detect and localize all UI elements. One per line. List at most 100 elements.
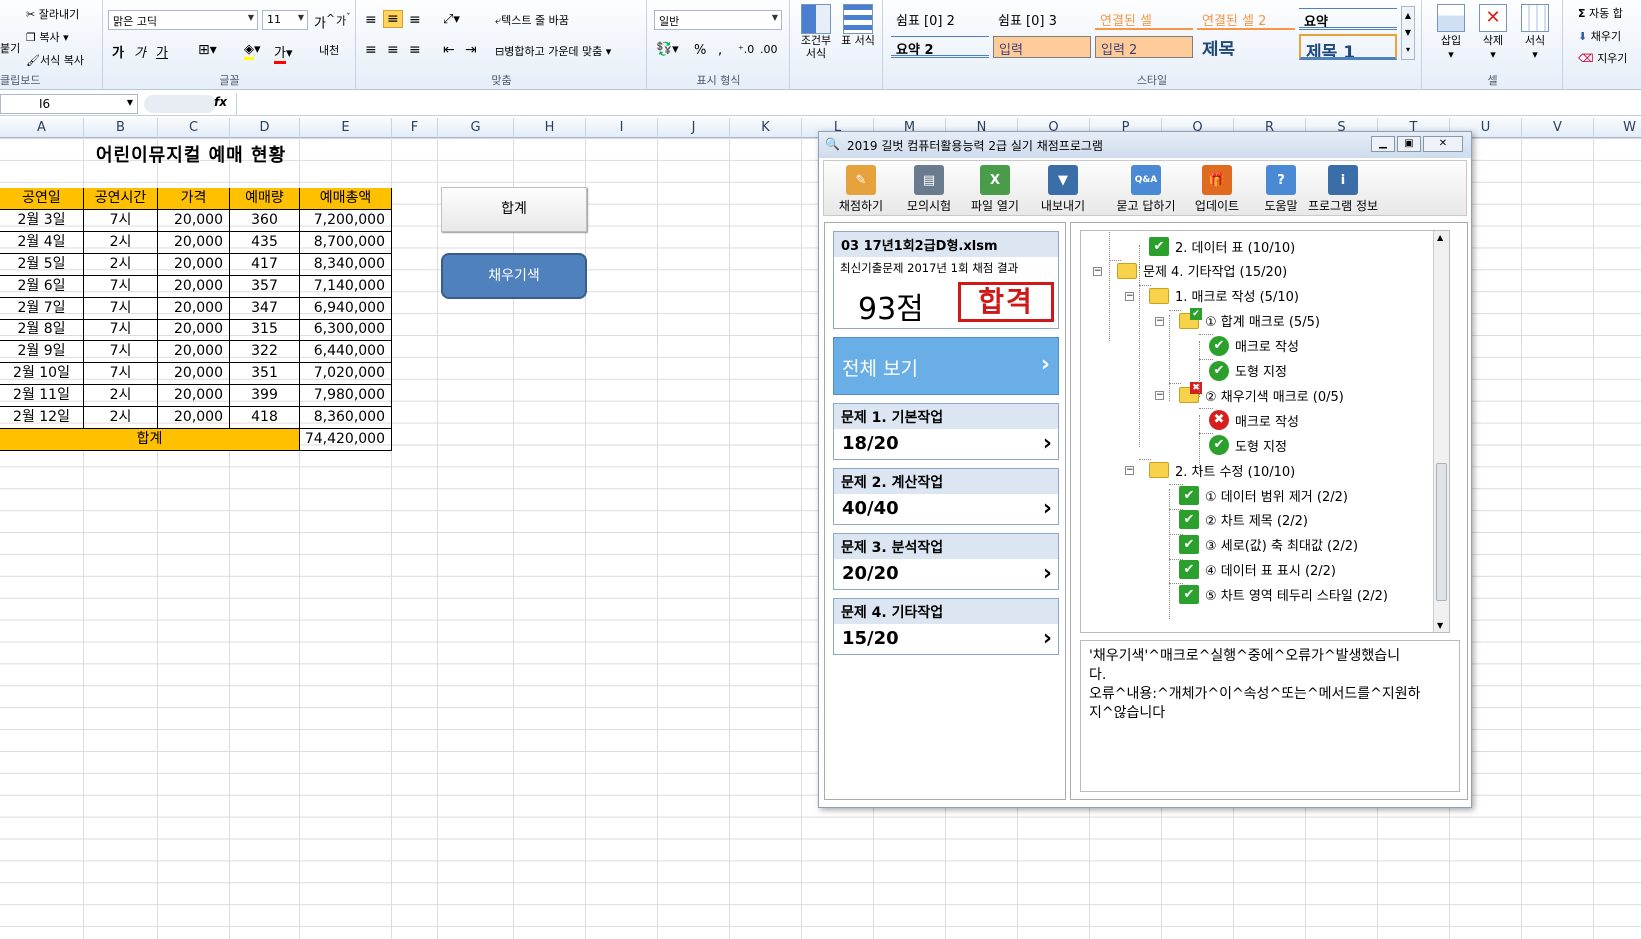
grading-tree[interactable]: ✔ 2. 데이터 표 (10/10) 문제 4. 기타작업 (15/20) −1. 매… <box>1080 230 1450 633</box>
conditional-format-button[interactable]: 조건부 서식 <box>799 4 833 60</box>
align-top-button[interactable]: ≡ <box>365 12 377 28</box>
delete-cells-button[interactable]: ✕ 삭제 ▾ <box>1475 4 1511 61</box>
table-cell[interactable]: 20,000 <box>158 385 230 408</box>
column-header[interactable]: F <box>392 118 438 138</box>
tree-node[interactable]: ✔ 도형 지정 <box>1209 434 1287 456</box>
table-cell[interactable]: 357 <box>230 275 300 298</box>
table-cell[interactable]: 7,020,000 <box>300 363 392 386</box>
tree-node[interactable]: ✔ 매크로 작성 <box>1209 335 1299 357</box>
table-cell[interactable]: 7시 <box>84 319 158 342</box>
style-total-2[interactable]: 요약 2 <box>891 36 989 58</box>
fx-icon[interactable]: fx <box>214 95 227 109</box>
table-cell[interactable]: 20,000 <box>158 231 230 254</box>
column-header[interactable]: V <box>1522 118 1594 138</box>
toolbar-open-file-button[interactable]: X 파일 열기 <box>962 165 1028 214</box>
table-cell[interactable]: 2월 9일 <box>0 341 84 364</box>
table-cell[interactable]: 435 <box>230 231 300 254</box>
style-heading-1[interactable]: 제목 1 <box>1299 34 1397 60</box>
table-cell[interactable]: 7시 <box>84 297 158 320</box>
table-cell[interactable]: 8,360,000 <box>300 407 392 429</box>
table-cell[interactable]: 7시 <box>84 341 158 364</box>
align-middle-button[interactable]: ≡ <box>383 10 403 28</box>
column-header[interactable]: W <box>1594 118 1641 138</box>
table-cell[interactable]: 7,140,000 <box>300 275 392 298</box>
maximize-button[interactable]: ▣ <box>1397 136 1421 152</box>
font-name-select[interactable]: 맑은 고딕 ▼ <box>108 10 258 30</box>
style-total[interactable]: 요약 <box>1299 8 1397 30</box>
table-cell[interactable]: 6,300,000 <box>300 319 392 342</box>
cut-button[interactable]: ✂ 잘라내기 <box>26 6 79 22</box>
tree-collapse-toggle[interactable]: − <box>1155 391 1164 401</box>
table-header-cell[interactable]: 예매총액 <box>300 188 392 210</box>
table-header-cell[interactable]: 공연시간 <box>84 188 158 210</box>
table-cell[interactable]: 20,000 <box>158 319 230 342</box>
tree-node[interactable]: ✔ 2. 데이터 표 (10/10) <box>1149 235 1295 257</box>
table-cell[interactable]: 2시 <box>84 231 158 254</box>
tree-node[interactable]: 2. 차트 수정 (10/10) <box>1149 459 1295 481</box>
shrink-font-button[interactable]: 가ˇ <box>336 12 351 29</box>
table-cell[interactable]: 347 <box>230 297 300 320</box>
table-cell[interactable]: 7시 <box>84 363 158 386</box>
formula-input[interactable] <box>236 93 1641 115</box>
grow-font-button[interactable]: 가^ <box>314 12 335 31</box>
decrease-decimal-button[interactable]: .00 <box>760 43 778 56</box>
tree-node[interactable]: ✖ ② 채우기색 매크로 (0/5) <box>1179 382 1344 406</box>
tree-node[interactable]: ✔ ① 데이터 범위 제거 (2/2) <box>1179 484 1348 506</box>
minimize-button[interactable]: ▁ <box>1371 136 1395 152</box>
table-cell[interactable]: 20,000 <box>158 253 230 276</box>
table-cell[interactable]: 6,440,000 <box>300 341 392 364</box>
column-header[interactable]: K <box>730 118 802 138</box>
style-title[interactable]: 제목 <box>1197 34 1295 56</box>
table-cell[interactable]: 2월 3일 <box>0 209 84 232</box>
font-color-button[interactable]: 가▾ <box>274 42 293 64</box>
toolbar-mock-exam-button[interactable]: ▤ 모의시험 <box>896 165 962 214</box>
scroll-down-icon[interactable]: ▼ <box>1437 621 1443 630</box>
table-cell[interactable]: 2월 4일 <box>0 231 84 254</box>
toolbar-export-button[interactable]: ▼ 내보내기 <box>1030 165 1096 214</box>
column-header[interactable]: B <box>84 118 158 138</box>
scroll-up-icon[interactable]: ▲ <box>1437 233 1443 242</box>
toolbar-update-button[interactable]: 🎁 업데이트 <box>1184 165 1250 214</box>
table-cell[interactable]: 351 <box>230 363 300 386</box>
section-card[interactable]: 문제 3. 분석작업 20/20 › <box>833 533 1059 590</box>
style-input[interactable]: 입력 <box>993 36 1091 58</box>
table-cell[interactable]: 20,000 <box>158 297 230 320</box>
underline-button[interactable]: 가 <box>156 42 168 61</box>
table-cell[interactable]: 2월 7일 <box>0 297 84 320</box>
align-right-button[interactable]: ≡ <box>409 42 421 58</box>
table-cell[interactable]: 2월 8일 <box>0 319 84 342</box>
table-header-cell[interactable]: 공연일 <box>0 188 84 210</box>
format-table-button[interactable]: 표 서식 <box>841 4 875 47</box>
percent-button[interactable]: % <box>694 43 706 58</box>
name-box[interactable]: I6 ▼ <box>0 94 138 114</box>
table-cell[interactable]: 399 <box>230 385 300 408</box>
tree-node[interactable]: ✔ ① 합계 매크로 (5/5) <box>1179 307 1320 332</box>
table-cell[interactable]: 2월 10일 <box>0 363 84 386</box>
table-cell[interactable]: 8,700,000 <box>300 231 392 254</box>
merge-center-button[interactable]: ⊟병합하고 가운데 맞춤 ▾ <box>495 43 611 59</box>
table-cell[interactable]: 20,000 <box>158 209 230 232</box>
table-cell[interactable]: 2월 12일 <box>0 407 84 429</box>
align-bottom-button[interactable]: ≡ <box>409 12 421 28</box>
column-header[interactable]: A <box>0 118 84 138</box>
toolbar-grade-button[interactable]: ✎ 채점하기 <box>828 165 894 214</box>
comma-button[interactable]: , <box>718 43 722 58</box>
insert-cells-button[interactable]: 삽입 ▾ <box>1433 4 1469 61</box>
orientation-button[interactable]: ⤢▾ <box>443 12 460 27</box>
fill-color-button[interactable]: ◈▾ <box>244 42 261 60</box>
total-value-cell[interactable]: 74,420,000 <box>300 428 392 451</box>
column-header[interactable]: D <box>230 118 300 138</box>
fill-color-macro-button[interactable]: 채우기색 <box>441 253 587 299</box>
table-header-cell[interactable]: 가격 <box>158 188 230 210</box>
column-header[interactable]: C <box>158 118 230 138</box>
total-label-cell[interactable]: 합계 <box>0 428 300 451</box>
decrease-indent-button[interactable]: ⇤ <box>443 42 455 58</box>
style-comma0-2[interactable]: 쉼표 [0] 2 <box>891 8 989 30</box>
align-left-button[interactable]: ≡ <box>365 42 377 58</box>
table-cell[interactable]: 20,000 <box>158 407 230 429</box>
currency-button[interactable]: 💱▾ <box>656 42 679 57</box>
table-cell[interactable]: 315 <box>230 319 300 342</box>
table-cell[interactable]: 20,000 <box>158 275 230 298</box>
tree-node[interactable]: ✔ ③ 세로(값) 축 최대값 (2/2) <box>1179 534 1358 556</box>
style-comma0-3[interactable]: 쉼표 [0] 3 <box>993 8 1091 30</box>
